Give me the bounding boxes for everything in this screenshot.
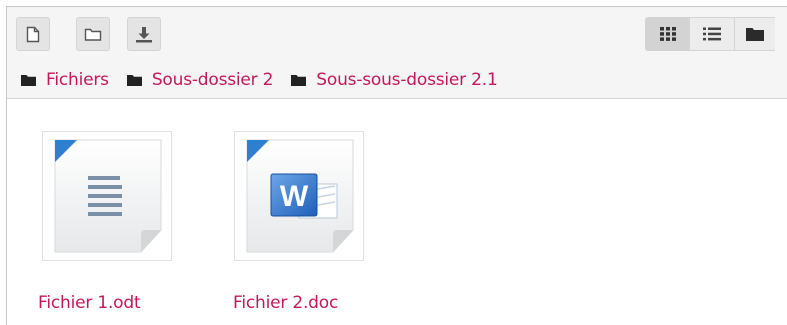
create-folder-button[interactable]	[76, 17, 110, 51]
word-document-icon: W	[246, 139, 354, 253]
list-view-button[interactable]	[690, 17, 735, 51]
svg-text:W: W	[280, 180, 309, 213]
file-manager: Fichiers Sous-dossier 2 Sous-sous-dossie…	[6, 6, 787, 325]
file-name-link[interactable]: Fichier 2.doc	[233, 293, 338, 313]
download-button[interactable]	[127, 17, 161, 51]
file-thumbnail[interactable]: W	[234, 131, 364, 261]
download-icon	[136, 26, 152, 42]
document-text-icon	[54, 139, 162, 253]
icons-view-button[interactable]	[645, 17, 690, 51]
folder-icon	[291, 75, 307, 86]
folder-outline-icon	[84, 28, 102, 41]
grid-icon	[659, 27, 676, 41]
view-mode-group	[645, 17, 775, 51]
file-manager-header: Fichiers Sous-dossier 2 Sous-sous-dossie…	[7, 7, 787, 99]
breadcrumb-item[interactable]: Fichiers	[21, 70, 109, 90]
tree-view-button[interactable]	[735, 17, 775, 51]
folder-icon	[21, 75, 36, 86]
folder-icon	[126, 75, 142, 86]
file-thumbnail[interactable]	[42, 131, 172, 261]
add-file-button[interactable]	[16, 17, 50, 51]
breadcrumb-link[interactable]: Fichiers	[46, 70, 109, 90]
folder-solid-icon	[746, 28, 764, 41]
breadcrumb-item[interactable]: Sous-sous-dossier 2.1	[291, 70, 498, 90]
breadcrumb: Fichiers Sous-dossier 2 Sous-sous-dossie…	[21, 65, 516, 95]
breadcrumb-item[interactable]: Sous-dossier 2	[126, 70, 274, 90]
list-icon	[703, 27, 721, 41]
breadcrumb-link[interactable]: Sous-dossier 2	[152, 70, 274, 90]
breadcrumb-link[interactable]: Sous-sous-dossier 2.1	[316, 70, 498, 90]
file-icon	[26, 26, 40, 42]
file-name-link[interactable]: Fichier 1.odt	[38, 293, 141, 313]
